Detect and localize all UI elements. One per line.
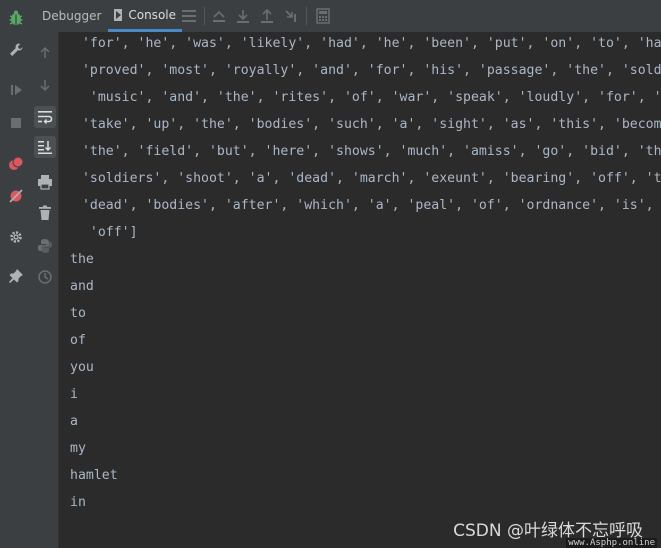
toolbar-separator bbox=[306, 7, 307, 25]
console-line: my bbox=[70, 441, 86, 456]
evaluate-expression-icon[interactable] bbox=[314, 7, 332, 25]
settings-icon[interactable] bbox=[4, 225, 28, 249]
console-line: 'off'] bbox=[74, 225, 138, 240]
console-line: and bbox=[70, 279, 94, 294]
step-out-icon[interactable] bbox=[258, 7, 276, 25]
toolbar-separator bbox=[204, 7, 205, 25]
soft-wrap-icon[interactable] bbox=[34, 106, 56, 128]
console-line: 'soldiers', 'shoot', 'a', 'dead', 'march… bbox=[74, 171, 661, 186]
tab-debugger[interactable]: Debugger bbox=[36, 0, 104, 32]
console-side-toolbar bbox=[32, 32, 59, 548]
debug-tool-strip bbox=[0, 0, 33, 548]
console-line: 'for', 'he', 'was', 'likely', 'had', 'he… bbox=[74, 36, 661, 51]
debugger-window: Debugger Console 'for', 'he', 'was', 'li… bbox=[0, 0, 661, 548]
console-line: 'music', 'and', 'the', 'rites', 'of', 'w… bbox=[74, 90, 661, 105]
stop-icon[interactable] bbox=[4, 111, 28, 135]
print-icon[interactable] bbox=[34, 171, 56, 193]
console-line: 'proved', 'most', 'royally', 'and', 'for… bbox=[74, 63, 661, 78]
console-line: 'the', 'field', 'but', 'here', 'shows', … bbox=[74, 144, 661, 159]
scroll-to-end-icon[interactable] bbox=[34, 136, 56, 158]
tab-debugger-label: Debugger bbox=[42, 9, 102, 23]
resume-icon[interactable] bbox=[4, 78, 28, 102]
wrench-icon[interactable] bbox=[4, 38, 28, 62]
console-line: the bbox=[70, 252, 94, 267]
tab-console-label: Console bbox=[128, 7, 176, 22]
console-output[interactable]: 'for', 'he', 'was', 'likely', 'had', 'he… bbox=[59, 32, 661, 548]
step-over-icon[interactable] bbox=[234, 7, 252, 25]
console-line: i bbox=[70, 387, 78, 402]
tab-console[interactable]: Console bbox=[108, 0, 182, 32]
clear-all-icon[interactable] bbox=[34, 202, 56, 224]
pin-icon[interactable] bbox=[4, 264, 28, 288]
down-arrow-icon[interactable] bbox=[34, 74, 56, 96]
history-icon[interactable] bbox=[34, 266, 56, 288]
console-line: 'dead', 'bodies', 'after', 'which', 'a',… bbox=[74, 198, 661, 213]
console-line: hamlet bbox=[70, 468, 118, 483]
bug-icon[interactable] bbox=[4, 6, 28, 30]
layout-menu-icon[interactable] bbox=[180, 7, 198, 25]
debug-tab-bar: Debugger Console bbox=[32, 0, 661, 33]
console-line: of bbox=[70, 333, 86, 348]
console-line: in bbox=[70, 495, 86, 510]
console-line: to bbox=[70, 306, 86, 321]
site-watermark: www.Asphp.online bbox=[566, 538, 657, 548]
view-breakpoints-icon[interactable] bbox=[4, 152, 28, 176]
console-line: you bbox=[70, 360, 94, 375]
show-execution-point-icon[interactable] bbox=[210, 7, 228, 25]
mute-breakpoints-icon[interactable] bbox=[4, 184, 28, 208]
python-console-icon[interactable] bbox=[34, 235, 56, 257]
console-line: a bbox=[70, 414, 78, 429]
run-to-cursor-icon[interactable] bbox=[282, 7, 300, 25]
console-icon bbox=[114, 8, 123, 21]
console-line: 'take', 'up', 'the', 'bodies', 'such', '… bbox=[74, 117, 661, 132]
up-arrow-icon[interactable] bbox=[34, 42, 56, 64]
